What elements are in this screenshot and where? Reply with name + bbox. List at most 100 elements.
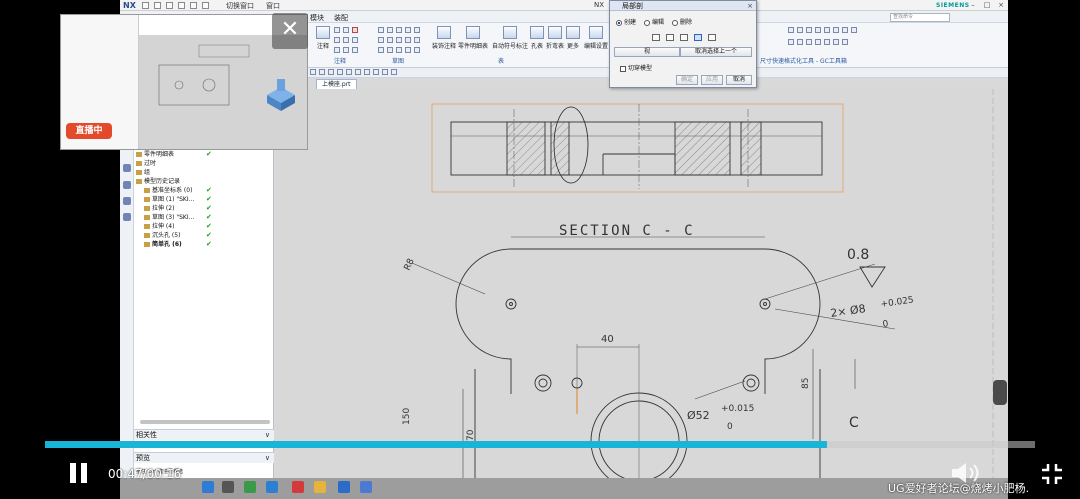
more-button[interactable]: 更多 bbox=[566, 26, 580, 50]
window-menu[interactable]: 窗口 bbox=[266, 1, 280, 11]
app-icon[interactable] bbox=[244, 481, 256, 493]
radio-delete[interactable]: 删除 bbox=[672, 17, 692, 26]
target-icon[interactable] bbox=[352, 37, 358, 43]
mid-point-icon[interactable] bbox=[346, 69, 352, 75]
table-icon[interactable] bbox=[352, 47, 358, 53]
tree-item[interactable]: 零件明细表 ✔ bbox=[136, 150, 274, 159]
arc-icon[interactable] bbox=[387, 27, 393, 33]
tree-item[interactable]: 过时 bbox=[136, 159, 274, 168]
tangent-icon[interactable] bbox=[382, 69, 388, 75]
text-icon[interactable] bbox=[334, 37, 340, 43]
navigator-icon[interactable] bbox=[123, 164, 131, 172]
cut-icon[interactable] bbox=[178, 2, 185, 9]
quadrant-icon[interactable] bbox=[364, 69, 370, 75]
gc-text-icon[interactable] bbox=[815, 27, 821, 33]
offset-icon[interactable] bbox=[405, 37, 411, 43]
tree-item[interactable]: 拉伸 (4) ✔ bbox=[136, 222, 274, 231]
tree-item[interactable]: 沉头孔 (5) ✔ bbox=[136, 231, 274, 240]
circle-icon[interactable] bbox=[396, 27, 402, 33]
maximize-icon[interactable]: □ bbox=[982, 1, 992, 10]
intersection-icon[interactable] bbox=[373, 69, 379, 75]
paste-icon[interactable] bbox=[202, 2, 209, 9]
tab-assembly[interactable]: 装配 bbox=[334, 13, 348, 23]
gc-angle-icon[interactable] bbox=[824, 39, 830, 45]
hole-table-button[interactable]: 孔表 bbox=[530, 26, 544, 50]
line-icon[interactable] bbox=[378, 27, 384, 33]
tree-item[interactable]: 基准坐标系 (0) ✔ bbox=[136, 186, 274, 195]
snap-icon[interactable] bbox=[328, 69, 334, 75]
start-icon[interactable] bbox=[202, 481, 214, 493]
bend-table-button[interactable]: 折弯表 bbox=[546, 26, 564, 50]
gc-suffix-icon[interactable] bbox=[797, 39, 803, 45]
gc-fit-icon[interactable] bbox=[806, 27, 812, 33]
music-icon[interactable] bbox=[292, 481, 304, 493]
gc-prefix-icon[interactable] bbox=[788, 39, 794, 45]
minimize-icon[interactable]: – bbox=[968, 1, 978, 10]
tree-item[interactable]: 简单孔 (6) ✔ bbox=[136, 240, 274, 249]
dependencies-panel[interactable]: 相关性 ∨ bbox=[134, 429, 274, 440]
browser-icon[interactable] bbox=[266, 481, 278, 493]
switch-window-button[interactable]: 切换窗口 bbox=[226, 1, 254, 11]
gc-reset-icon[interactable] bbox=[842, 27, 848, 33]
radio-edit[interactable]: 编辑 bbox=[644, 17, 664, 26]
folder-icon[interactable] bbox=[314, 481, 326, 493]
command-search-input[interactable]: 查找命令 bbox=[890, 13, 950, 22]
tree-item[interactable]: 草图 (1) "SKI... ✔ bbox=[136, 195, 274, 204]
gc-more-icon[interactable] bbox=[851, 27, 857, 33]
surface-icon[interactable] bbox=[343, 37, 349, 43]
tree-item[interactable]: 组 bbox=[136, 168, 274, 177]
rectangle-icon[interactable] bbox=[405, 27, 411, 33]
undo-icon[interactable] bbox=[154, 2, 161, 9]
redo-icon[interactable] bbox=[166, 2, 173, 9]
fillet-icon[interactable] bbox=[396, 37, 402, 43]
filter-icon[interactable] bbox=[310, 69, 316, 75]
nx-task-icon[interactable] bbox=[360, 481, 372, 493]
tab-modules[interactable]: 模块 bbox=[310, 13, 324, 23]
select-all-icon[interactable] bbox=[319, 69, 325, 75]
gc-thread-icon[interactable] bbox=[842, 39, 848, 45]
close-preview-button[interactable]: ✕ bbox=[272, 13, 308, 49]
pattern-icon[interactable] bbox=[414, 47, 420, 53]
gc-align-icon[interactable] bbox=[824, 27, 830, 33]
modify-boundary-icon[interactable] bbox=[708, 34, 716, 41]
balloon-icon[interactable] bbox=[343, 47, 349, 53]
view-button[interactable]: 视 bbox=[614, 47, 680, 57]
navigator-scrollbar[interactable] bbox=[140, 420, 270, 424]
history-icon[interactable] bbox=[123, 181, 131, 189]
gc-diam-icon[interactable] bbox=[806, 39, 812, 45]
deselect-last-button[interactable]: 取消选择上一个 bbox=[680, 47, 752, 57]
auto-balloon-button[interactable]: 自动符号标注 bbox=[492, 26, 528, 50]
spline-icon[interactable] bbox=[405, 47, 411, 53]
preview-panel[interactable]: 预览 ∨ bbox=[134, 452, 274, 463]
settings-icon[interactable] bbox=[123, 213, 131, 221]
cancel-button[interactable]: 取消 bbox=[726, 75, 752, 85]
copy-icon[interactable] bbox=[190, 2, 197, 9]
side-drawer-handle[interactable] bbox=[993, 380, 1007, 405]
close-icon[interactable]: × bbox=[747, 1, 753, 11]
edit-settings-button[interactable]: 编辑设置 bbox=[584, 26, 608, 50]
center-point-icon[interactable] bbox=[355, 69, 361, 75]
pause-button[interactable] bbox=[68, 463, 90, 485]
extend-icon[interactable] bbox=[387, 37, 393, 43]
fullscreen-exit-icon[interactable] bbox=[1040, 462, 1064, 486]
symbol-icon[interactable] bbox=[334, 27, 340, 33]
end-point-icon[interactable] bbox=[337, 69, 343, 75]
graphics-window[interactable]: SECTION C - C R8 40 0.8 2× Ø8 +0.025 0 Ø… bbox=[275, 89, 1008, 499]
save-icon[interactable] bbox=[142, 2, 149, 9]
gc-chamfer-icon[interactable] bbox=[833, 39, 839, 45]
datum-icon[interactable] bbox=[343, 27, 349, 33]
leader-icon[interactable] bbox=[334, 47, 340, 53]
mirror-icon[interactable] bbox=[414, 37, 420, 43]
weld-icon[interactable] bbox=[352, 27, 358, 33]
store-icon[interactable] bbox=[338, 481, 350, 493]
polygon-icon[interactable] bbox=[414, 27, 420, 33]
gc-radius-icon[interactable] bbox=[815, 39, 821, 45]
point-icon[interactable] bbox=[396, 47, 402, 53]
tab-document[interactable]: 上模座.prt bbox=[316, 79, 357, 89]
cut-through-checkbox[interactable]: 切穿模型 bbox=[620, 63, 652, 72]
close-window-icon[interactable]: × bbox=[996, 1, 1006, 10]
parts-list-button[interactable]: 零件明细表 bbox=[458, 26, 488, 50]
annotation-button[interactable]: 注释 bbox=[316, 26, 330, 50]
decorative-annotation-button[interactable]: 装饰注释 bbox=[432, 26, 456, 50]
task-view-icon[interactable] bbox=[222, 481, 234, 493]
